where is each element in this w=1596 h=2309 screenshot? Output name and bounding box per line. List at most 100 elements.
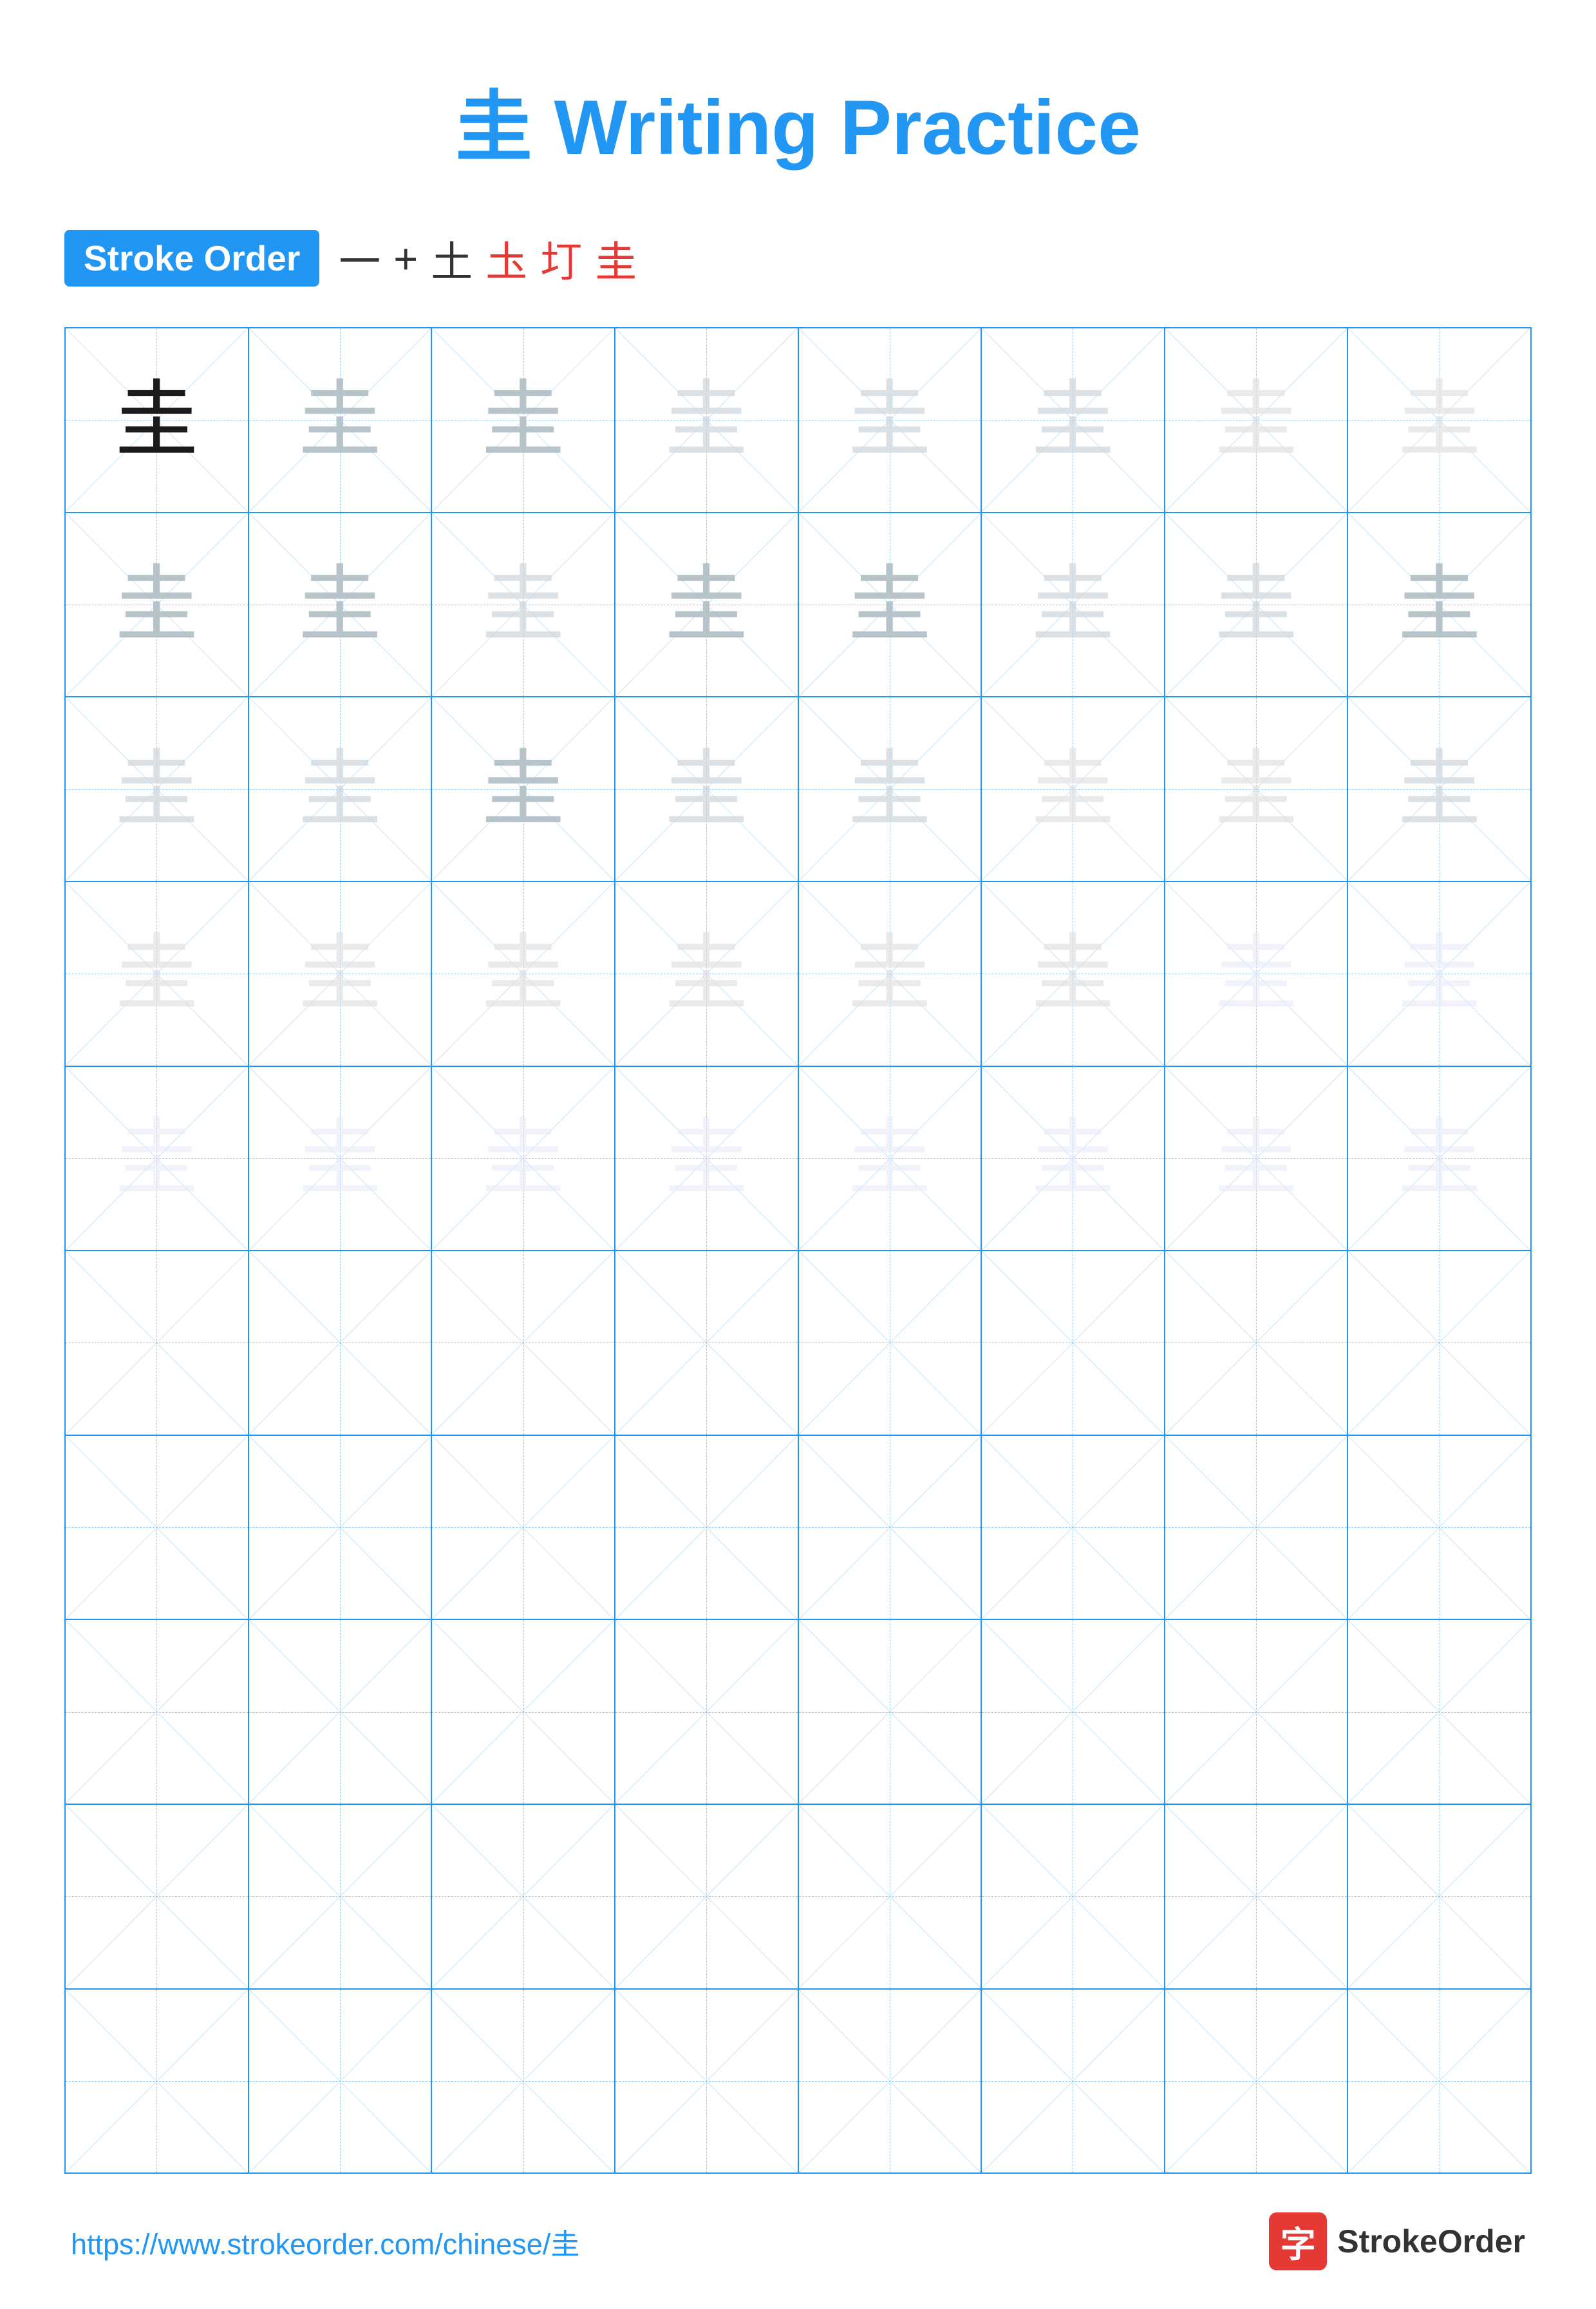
grid-row-9 bbox=[66, 1805, 1530, 1990]
grid-cell-8-4[interactable] bbox=[615, 1620, 799, 1804]
grid-cell-4-6[interactable]: 圭 bbox=[982, 882, 1165, 1066]
grid-cell-1-4[interactable]: 圭 bbox=[615, 328, 799, 512]
grid-cell-9-4[interactable] bbox=[615, 1805, 799, 1988]
char-4-4: 圭 bbox=[664, 932, 748, 1015]
grid-cell-8-3[interactable] bbox=[432, 1620, 615, 1804]
grid-cell-7-2[interactable] bbox=[249, 1436, 433, 1619]
char-1-7: 圭 bbox=[1214, 378, 1298, 462]
grid-cell-7-8[interactable] bbox=[1348, 1436, 1530, 1619]
grid-cell-5-1[interactable]: 圭 bbox=[66, 1067, 249, 1250]
char-2-7: 圭 bbox=[1214, 563, 1298, 646]
grid-cell-5-4[interactable]: 圭 bbox=[615, 1067, 799, 1250]
grid-cell-2-2[interactable]: 圭 bbox=[249, 513, 433, 697]
grid-cell-7-6[interactable] bbox=[982, 1436, 1165, 1619]
grid-cell-5-2[interactable]: 圭 bbox=[249, 1067, 433, 1250]
grid-cell-7-5[interactable] bbox=[799, 1436, 982, 1619]
grid-cell-1-5[interactable]: 圭 bbox=[799, 328, 982, 512]
grid-cell-3-5[interactable]: 圭 bbox=[799, 697, 982, 881]
grid-cell-10-2[interactable] bbox=[249, 1990, 433, 2173]
grid-cell-8-1[interactable] bbox=[66, 1620, 249, 1804]
stroke-step-4: 圡 bbox=[485, 228, 527, 288]
grid-cell-4-5[interactable]: 圭 bbox=[799, 882, 982, 1066]
grid-cell-8-8[interactable] bbox=[1348, 1620, 1530, 1804]
grid-cell-7-7[interactable] bbox=[1165, 1436, 1349, 1619]
grid-cell-3-3[interactable]: 圭 bbox=[432, 697, 615, 881]
grid-cell-10-7[interactable] bbox=[1165, 1990, 1349, 2173]
grid-cell-6-2[interactable] bbox=[249, 1251, 433, 1435]
grid-cell-3-6[interactable]: 圭 bbox=[982, 697, 1165, 881]
grid-cell-8-7[interactable] bbox=[1165, 1620, 1349, 1804]
grid-cell-4-7[interactable]: 圭 bbox=[1165, 882, 1349, 1066]
stroke-order-chars: 一 + 土 圡 圢 圭 bbox=[339, 228, 637, 288]
grid-cell-2-5[interactable]: 圭 bbox=[799, 513, 982, 697]
grid-cell-10-4[interactable] bbox=[615, 1990, 799, 2173]
grid-cell-8-2[interactable] bbox=[249, 1620, 433, 1804]
char-5-8: 圭 bbox=[1398, 1117, 1481, 1200]
grid-cell-9-2[interactable] bbox=[249, 1805, 433, 1988]
grid-cell-9-3[interactable] bbox=[432, 1805, 615, 1988]
grid-cell-3-1[interactable]: 圭 bbox=[66, 697, 249, 881]
grid-cell-6-7[interactable] bbox=[1165, 1251, 1349, 1435]
grid-cell-10-5[interactable] bbox=[799, 1990, 982, 2173]
grid-cell-1-8[interactable]: 圭 bbox=[1348, 328, 1530, 512]
grid-cell-1-6[interactable]: 圭 bbox=[982, 328, 1165, 512]
grid-cell-5-3[interactable]: 圭 bbox=[432, 1067, 615, 1250]
grid-cell-6-8[interactable] bbox=[1348, 1251, 1530, 1435]
grid-cell-9-7[interactable] bbox=[1165, 1805, 1349, 1988]
grid-cell-9-1[interactable] bbox=[66, 1805, 249, 1988]
grid-cell-6-4[interactable] bbox=[615, 1251, 799, 1435]
page-title: 圭 Writing Practice bbox=[64, 64, 1532, 176]
grid-cell-2-7[interactable]: 圭 bbox=[1165, 513, 1349, 697]
grid-cell-6-3[interactable] bbox=[432, 1251, 615, 1435]
grid-cell-3-7[interactable]: 圭 bbox=[1165, 697, 1349, 881]
grid-cell-4-8[interactable]: 圭 bbox=[1348, 882, 1530, 1066]
grid-cell-7-1[interactable] bbox=[66, 1436, 249, 1619]
grid-cell-2-8[interactable]: 圭 bbox=[1348, 513, 1530, 697]
grid-cell-5-7[interactable]: 圭 bbox=[1165, 1067, 1349, 1250]
grid-cell-6-1[interactable] bbox=[66, 1251, 249, 1435]
grid-cell-10-1[interactable] bbox=[66, 1990, 249, 2173]
grid-cell-4-3[interactable]: 圭 bbox=[432, 882, 615, 1066]
grid-cell-2-1[interactable]: 圭 bbox=[66, 513, 249, 697]
grid-cell-4-1[interactable]: 圭 bbox=[66, 882, 249, 1066]
grid-cell-5-5[interactable]: 圭 bbox=[799, 1067, 982, 1250]
char-5-3: 圭 bbox=[482, 1117, 565, 1200]
grid-cell-4-2[interactable]: 圭 bbox=[249, 882, 433, 1066]
grid-cell-9-5[interactable] bbox=[799, 1805, 982, 1988]
grid-cell-3-4[interactable]: 圭 bbox=[615, 697, 799, 881]
grid-cell-7-3[interactable] bbox=[432, 1436, 615, 1619]
grid-cell-6-6[interactable] bbox=[982, 1251, 1165, 1435]
grid-cell-9-6[interactable] bbox=[982, 1805, 1165, 1988]
grid-cell-4-4[interactable]: 圭 bbox=[615, 882, 799, 1066]
grid-cell-1-3[interactable]: 圭 bbox=[432, 328, 615, 512]
grid-cell-6-5[interactable] bbox=[799, 1251, 982, 1435]
grid-cell-10-3[interactable] bbox=[432, 1990, 615, 2173]
grid-cell-1-7[interactable]: 圭 bbox=[1165, 328, 1349, 512]
grid-cell-3-2[interactable]: 圭 bbox=[249, 697, 433, 881]
footer-url[interactable]: https://www.strokeorder.com/chinese/圭 bbox=[71, 2221, 579, 2263]
grid-cell-10-6[interactable] bbox=[982, 1990, 1165, 2173]
grid-cell-1-1[interactable]: 圭 bbox=[66, 328, 249, 512]
grid-cell-2-6[interactable]: 圭 bbox=[982, 513, 1165, 697]
grid-cell-9-8[interactable] bbox=[1348, 1805, 1530, 1988]
grid-cell-8-6[interactable] bbox=[982, 1620, 1165, 1804]
char-3-1: 圭 bbox=[115, 748, 198, 831]
brand-icon: 字 bbox=[1269, 2212, 1327, 2270]
grid-cell-2-3[interactable]: 圭 bbox=[432, 513, 615, 697]
grid-cell-2-4[interactable]: 圭 bbox=[615, 513, 799, 697]
grid-cell-5-8[interactable]: 圭 bbox=[1348, 1067, 1530, 1250]
stroke-step-3: 土 bbox=[431, 228, 473, 288]
char-1-4: 圭 bbox=[664, 378, 748, 462]
grid-cell-7-4[interactable] bbox=[615, 1436, 799, 1619]
grid-cell-10-8[interactable] bbox=[1348, 1990, 1530, 2173]
grid-cell-3-8[interactable]: 圭 bbox=[1348, 697, 1530, 881]
char-2-6: 圭 bbox=[1031, 563, 1114, 646]
grid-row-4: 圭 圭 圭 圭 圭 圭 圭 圭 bbox=[66, 882, 1530, 1067]
grid-cell-1-2[interactable]: 圭 bbox=[249, 328, 433, 512]
stroke-order-row: Stroke Order 一 + 土 圡 圢 圭 bbox=[64, 228, 1532, 288]
char-4-6: 圭 bbox=[1031, 932, 1114, 1015]
grid-cell-8-5[interactable] bbox=[799, 1620, 982, 1804]
char-3-6: 圭 bbox=[1031, 748, 1114, 831]
grid-cell-5-6[interactable]: 圭 bbox=[982, 1067, 1165, 1250]
char-4-1: 圭 bbox=[115, 932, 198, 1015]
